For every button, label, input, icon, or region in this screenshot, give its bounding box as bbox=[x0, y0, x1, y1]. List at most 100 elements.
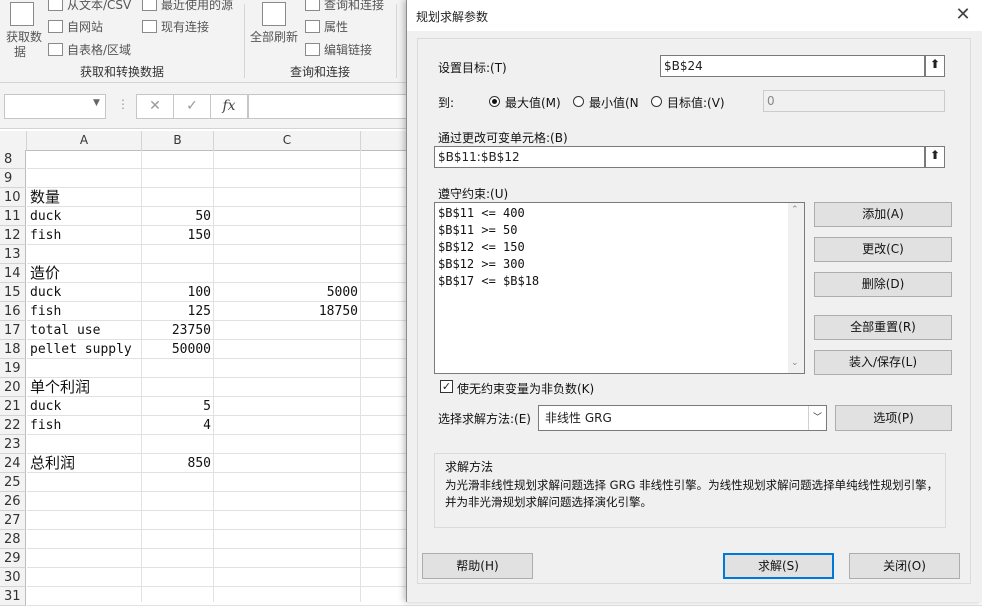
cell-a[interactable]: 数量 bbox=[30, 188, 140, 207]
collapse-changing-icon[interactable]: ⬆ bbox=[925, 146, 945, 168]
list-item[interactable]: $B$12 >= 300 bbox=[438, 257, 525, 271]
cell-a[interactable]: fish bbox=[30, 302, 140, 321]
nonneg-label[interactable]: 使无约束变量为非负数(K) bbox=[457, 380, 594, 397]
enter-icon[interactable]: ✓ bbox=[173, 94, 211, 119]
row-header[interactable]: 10 bbox=[0, 188, 26, 207]
cell-a[interactable]: fish bbox=[30, 416, 140, 435]
name-box[interactable]: ▼ bbox=[4, 94, 106, 119]
column-header-a[interactable]: A bbox=[27, 131, 142, 151]
changing-cells-input[interactable]: $B$11:$B$12 bbox=[434, 146, 925, 168]
row-header[interactable]: 28 bbox=[0, 530, 26, 549]
change-button[interactable]: 更改(C) bbox=[814, 237, 952, 262]
properties-button[interactable]: 属性 bbox=[305, 18, 348, 35]
list-item[interactable]: $B$17 <= $B$18 bbox=[438, 274, 539, 288]
chevron-down-icon[interactable]: ▼ bbox=[93, 98, 100, 108]
min-radio[interactable] bbox=[573, 96, 584, 107]
row-header[interactable]: 24 bbox=[0, 454, 26, 473]
cell-c[interactable]: 5000 bbox=[214, 283, 358, 302]
cell-a[interactable]: 造价 bbox=[30, 264, 140, 283]
cell-b[interactable]: 150 bbox=[142, 226, 211, 245]
row-header[interactable]: 8 bbox=[0, 150, 26, 169]
column-header-c[interactable]: C bbox=[214, 131, 361, 151]
select-all-corner[interactable] bbox=[0, 131, 27, 151]
refresh-all-button[interactable]: 全部刷新 bbox=[250, 28, 298, 45]
row-header[interactable]: 19 bbox=[0, 359, 26, 378]
row-header[interactable]: 15 bbox=[0, 283, 26, 302]
scroll-down-icon[interactable]: ⌄ bbox=[791, 358, 799, 368]
cell-a[interactable]: pellet supply bbox=[30, 340, 140, 359]
cell-a[interactable]: total use bbox=[30, 321, 140, 340]
cell-b[interactable]: 50 bbox=[142, 207, 211, 226]
scroll-up-icon[interactable]: ⌃ bbox=[791, 205, 799, 215]
add-button[interactable]: 添加(A) bbox=[814, 202, 952, 227]
cell-a[interactable]: 总利润 bbox=[30, 454, 140, 473]
load-save-button[interactable]: 装入/保存(L) bbox=[814, 350, 952, 375]
constraints-scrollbar[interactable]: ⌃ ⌄ bbox=[788, 203, 804, 373]
min-label[interactable]: 最小值(N bbox=[589, 94, 639, 111]
row-header[interactable]: 20 bbox=[0, 378, 26, 397]
delete-button[interactable]: 删除(D) bbox=[814, 272, 952, 297]
queries-connections-button[interactable]: 查询和连接 bbox=[305, 0, 384, 13]
list-item[interactable]: $B$11 >= 50 bbox=[438, 223, 517, 237]
row-header[interactable]: 14 bbox=[0, 264, 26, 283]
cell-b[interactable]: 4 bbox=[142, 416, 211, 435]
column-header-b[interactable]: B bbox=[142, 131, 214, 151]
row-header[interactable]: 31 bbox=[0, 587, 26, 606]
row-header[interactable]: 27 bbox=[0, 511, 26, 530]
from-table-button[interactable]: 自表格/区域 bbox=[48, 41, 131, 58]
cell-b[interactable]: 23750 bbox=[142, 321, 211, 340]
cell-b[interactable]: 5 bbox=[142, 397, 211, 416]
cell-b[interactable]: 125 bbox=[142, 302, 211, 321]
row-header[interactable]: 18 bbox=[0, 340, 26, 359]
value-of-radio[interactable] bbox=[651, 96, 662, 107]
collapse-objective-icon[interactable]: ⬆ bbox=[925, 55, 945, 77]
cell-b[interactable]: 100 bbox=[142, 283, 211, 302]
cancel-icon[interactable]: ✕ bbox=[136, 94, 174, 119]
list-item[interactable]: $B$12 <= 150 bbox=[438, 240, 525, 254]
dialog-titlebar[interactable]: 规划求解参数 ✕ bbox=[407, 0, 982, 31]
existing-connections-button[interactable]: 现有连接 bbox=[142, 18, 209, 35]
method-select[interactable]: 非线性 GRG ﹀ bbox=[538, 405, 827, 431]
row-header[interactable]: 21 bbox=[0, 397, 26, 416]
cell-c[interactable]: 18750 bbox=[214, 302, 358, 321]
row-header[interactable]: 22 bbox=[0, 416, 26, 435]
row-header[interactable]: 13 bbox=[0, 245, 26, 264]
row-header[interactable]: 26 bbox=[0, 492, 26, 511]
close-icon[interactable]: ✕ bbox=[949, 2, 977, 28]
close-button[interactable]: 关闭(O) bbox=[849, 553, 960, 579]
cell-a[interactable]: 单个利润 bbox=[30, 378, 140, 397]
value-of-label[interactable]: 目标值:(V) bbox=[667, 94, 725, 111]
recent-sources-button[interactable]: 最近使用的源 bbox=[142, 0, 233, 13]
max-radio[interactable] bbox=[489, 96, 500, 107]
constraints-list[interactable]: $B$11 <= 400 $B$11 >= 50 $B$12 <= 150 $B… bbox=[434, 202, 805, 374]
get-data-button-line2[interactable]: 据 bbox=[14, 43, 26, 60]
value-of-input[interactable]: 0 bbox=[763, 90, 945, 112]
list-item[interactable]: $B$11 <= 400 bbox=[438, 206, 525, 220]
insert-function-icon[interactable]: fx bbox=[210, 94, 248, 119]
drag-handle-icon[interactable]: ⋮ bbox=[117, 97, 129, 111]
cell-a[interactable]: duck bbox=[30, 397, 140, 416]
cell-a[interactable]: duck bbox=[30, 207, 140, 226]
from-web-button[interactable]: 自网站 bbox=[48, 18, 103, 35]
row-header[interactable]: 12 bbox=[0, 226, 26, 245]
row-header[interactable]: 29 bbox=[0, 549, 26, 568]
nonneg-checkbox[interactable]: ✓ bbox=[440, 380, 453, 393]
objective-input[interactable]: $B$24 bbox=[660, 55, 925, 77]
row-header[interactable]: 16 bbox=[0, 302, 26, 321]
options-button[interactable]: 选项(P) bbox=[835, 405, 952, 431]
row-header[interactable]: 25 bbox=[0, 473, 26, 492]
cell-a[interactable]: fish bbox=[30, 226, 140, 245]
chevron-down-icon[interactable]: ﹀ bbox=[808, 406, 826, 430]
row-header[interactable]: 9 bbox=[0, 169, 26, 188]
row-header[interactable]: 30 bbox=[0, 568, 26, 587]
edit-links-button[interactable]: 编辑链接 bbox=[305, 41, 372, 58]
from-text-csv-button[interactable]: 从文本/CSV bbox=[48, 0, 131, 13]
row-header[interactable]: 17 bbox=[0, 321, 26, 340]
row-header[interactable]: 23 bbox=[0, 435, 26, 454]
solve-button[interactable]: 求解(S) bbox=[723, 553, 834, 579]
help-button[interactable]: 帮助(H) bbox=[422, 553, 533, 579]
cell-a[interactable]: duck bbox=[30, 283, 140, 302]
cell-b[interactable]: 850 bbox=[142, 454, 211, 473]
row-header[interactable]: 11 bbox=[0, 207, 26, 226]
reset-all-button[interactable]: 全部重置(R) bbox=[814, 315, 952, 340]
